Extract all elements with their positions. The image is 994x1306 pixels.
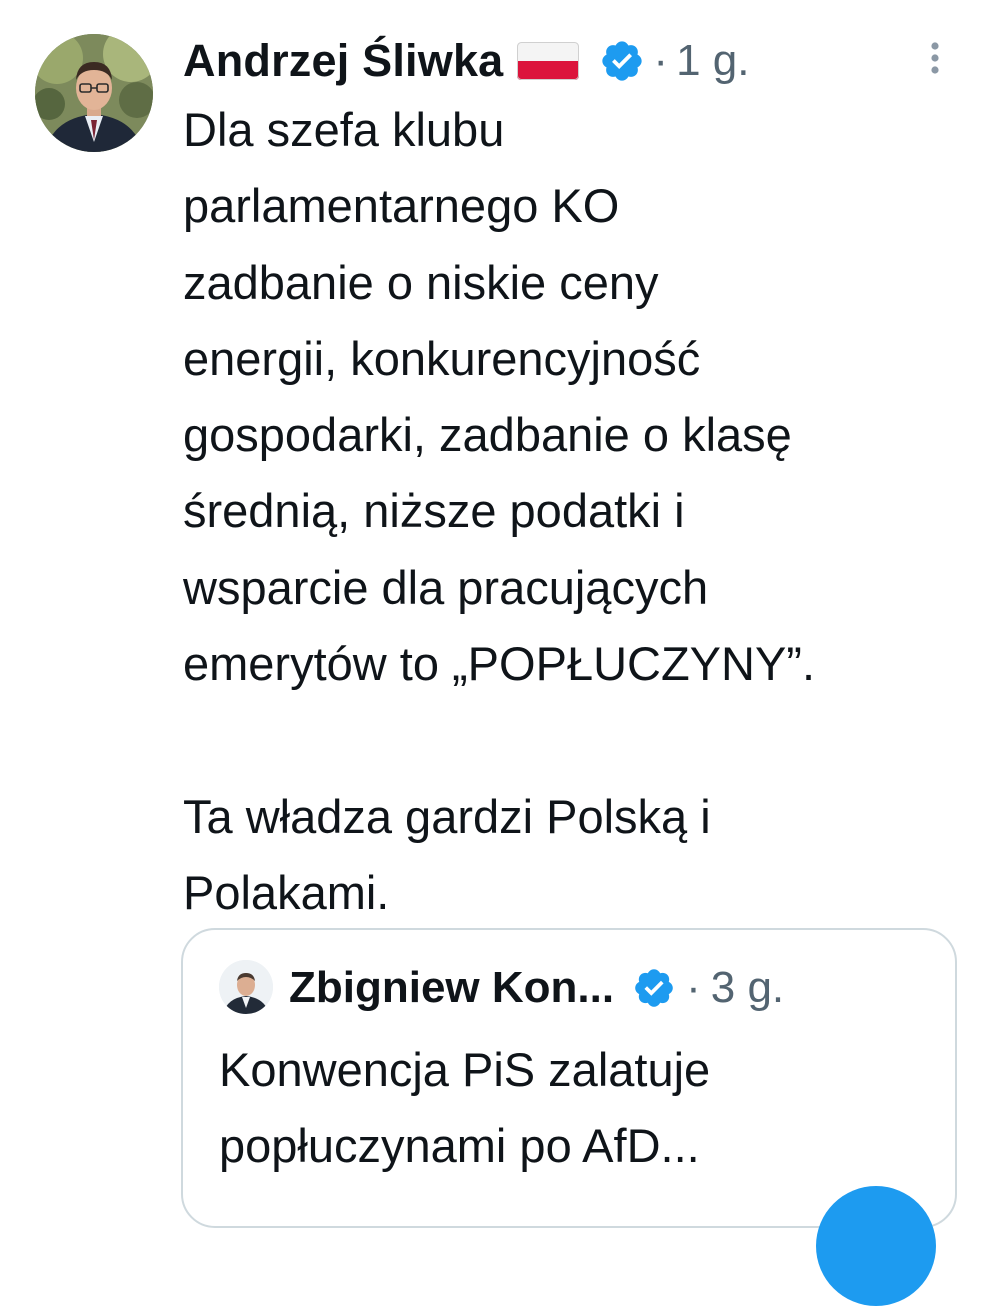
more-vertical-icon[interactable] xyxy=(926,40,944,80)
verified-badge-icon[interactable] xyxy=(599,38,645,84)
quoted-tweet-text: Konwencja PiS zalatuje popłuczynami po A… xyxy=(219,1043,711,1172)
quoted-author-name[interactable]: Zbigniew Kon... xyxy=(289,963,614,1013)
tweet-text: Dla szefa klubu parlamentarnego KO zadba… xyxy=(183,103,816,919)
poland-flag-icon xyxy=(517,42,580,80)
quoted-tweet-header: Zbigniew Kon... · 3 g. xyxy=(289,958,784,1018)
tweet-header: Andrzej Śliwka · 1 g. xyxy=(183,28,749,94)
verified-badge-icon[interactable] xyxy=(632,966,676,1010)
quoted-tweet[interactable]: Zbigniew Kon... · 3 g. Konwencja PiS zal… xyxy=(181,928,957,1228)
separator: · xyxy=(686,963,701,1012)
quoted-author-avatar[interactable] xyxy=(219,960,273,1014)
quoted-tweet-timestamp[interactable]: 3 g. xyxy=(711,963,784,1013)
author-name[interactable]: Andrzej Śliwka xyxy=(183,35,503,87)
compose-button[interactable] xyxy=(816,1186,936,1306)
separator: · xyxy=(653,36,669,85)
tweet-timestamp[interactable]: 1 g. xyxy=(676,36,749,86)
author-avatar[interactable] xyxy=(35,34,153,152)
tweet[interactable]: Andrzej Śliwka · 1 g. Dla szefa klubu pa… xyxy=(0,0,994,1306)
